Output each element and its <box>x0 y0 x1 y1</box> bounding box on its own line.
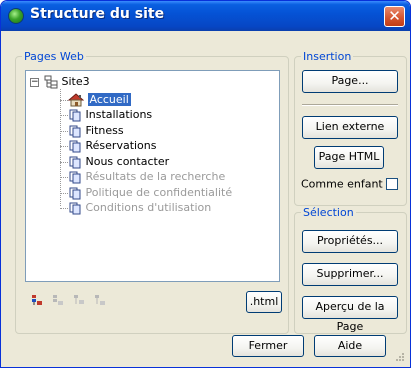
page-icon <box>69 140 81 153</box>
indent-icon[interactable] <box>73 294 85 306</box>
tree-item-reservations[interactable]: Réservations <box>68 138 157 153</box>
site-tree[interactable]: − Site3 Accueil Installations Fitness Ré… <box>25 70 280 282</box>
tree-item-label: Nous contacter <box>85 155 170 168</box>
tree-item-label: Installations <box>85 108 153 121</box>
tree-item-resultats-recherche[interactable]: Résultats de la recherche <box>68 169 225 184</box>
pages-web-group: Pages Web − Site3 Accueil Installations … <box>15 50 289 334</box>
tree-item-label: Réservations <box>85 139 157 152</box>
move-down-icon[interactable] <box>52 294 64 306</box>
page-icon <box>69 109 81 122</box>
as-child-option[interactable]: Comme enfant <box>301 177 399 191</box>
selection-group: Sélection Propriétés... Supprimer... Ape… <box>294 206 407 334</box>
close-window-button[interactable]: ✕ <box>384 6 405 27</box>
pages-web-group-label: Pages Web <box>22 50 86 63</box>
window-title: Structure du site <box>30 6 165 22</box>
page-icon <box>69 171 81 184</box>
delete-button[interactable]: Supprimer... <box>302 263 398 286</box>
insertion-group: Insertion Page... Lien externe Page HTML… <box>294 50 407 206</box>
properties-button[interactable]: Propriétés... <box>302 230 398 253</box>
tree-line <box>60 177 68 178</box>
home-icon <box>68 93 84 107</box>
tree-line <box>60 146 68 147</box>
page-icon <box>69 202 81 215</box>
tree-line <box>60 162 68 163</box>
separator <box>302 104 398 106</box>
close-button[interactable]: Fermer <box>232 335 304 357</box>
tree-root-site[interactable]: Site3 <box>44 74 90 89</box>
dialog-body: Pages Web − Site3 Accueil Installations … <box>4 31 407 364</box>
move-up-icon[interactable] <box>31 294 43 306</box>
tree-item-label: Résultats de la recherche <box>85 170 226 183</box>
collapse-toggle[interactable]: − <box>30 78 39 87</box>
tree-item-accueil[interactable]: Accueil <box>68 92 131 107</box>
selection-group-label: Sélection <box>301 206 356 219</box>
tree-line <box>60 89 61 206</box>
tree-item-conditions-utilisation[interactable]: Conditions d'utilisation <box>68 200 211 215</box>
tree-line <box>60 131 68 132</box>
tree-line <box>60 193 68 194</box>
page-icon <box>69 187 81 200</box>
tree-root-label: Site3 <box>61 75 90 88</box>
as-child-checkbox[interactable] <box>386 178 399 190</box>
tree-item-fitness[interactable]: Fitness <box>68 123 124 138</box>
page-icon <box>69 156 81 169</box>
resize-grip-icon[interactable] <box>394 351 405 362</box>
external-link-button[interactable]: Lien externe <box>302 116 398 139</box>
help-button[interactable]: Aide <box>314 335 386 357</box>
tree-item-label: Accueil <box>87 93 131 106</box>
app-globe-icon <box>8 8 24 24</box>
add-page-button[interactable]: Page... <box>302 70 398 93</box>
title-bar[interactable]: Structure du site ✕ <box>1 1 410 31</box>
html-page-button[interactable]: Page HTML <box>314 146 384 169</box>
site-structure-icon <box>44 75 58 89</box>
page-preview-button[interactable]: Aperçu de la Page <box>302 296 398 333</box>
tree-item-label: Fitness <box>85 124 124 137</box>
outdent-icon[interactable] <box>94 294 106 306</box>
as-child-label: Comme enfant <box>301 177 383 191</box>
tree-item-nous-contacter[interactable]: Nous contacter <box>68 154 169 169</box>
page-icon <box>69 125 81 138</box>
html-export-button[interactable]: .html <box>246 291 282 313</box>
close-icon: ✕ <box>388 7 401 25</box>
tree-item-politique-confidentialite[interactable]: Politique de confidentialité <box>68 185 232 200</box>
dialog-window: Structure du site ✕ Pages Web − Site3 Ac… <box>0 0 411 368</box>
tree-line <box>60 208 68 209</box>
tree-line <box>60 115 68 116</box>
tree-item-label: Conditions d'utilisation <box>85 201 212 214</box>
tree-line <box>60 100 68 101</box>
tree-item-label: Politique de confidentialité <box>85 186 233 199</box>
tree-item-installations[interactable]: Installations <box>68 107 152 122</box>
insertion-group-label: Insertion <box>301 50 354 63</box>
